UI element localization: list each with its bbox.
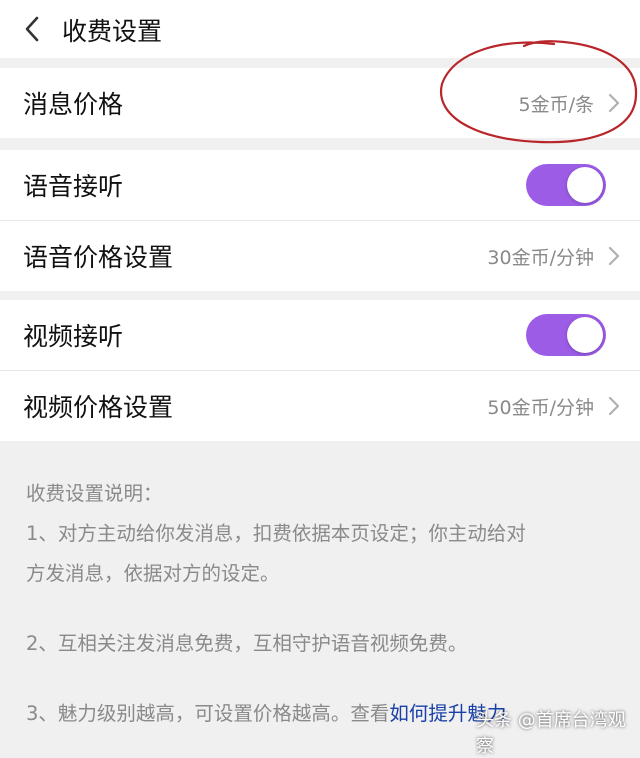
video-answer-label: 视频接听 [23, 322, 124, 351]
voice-answer-label: 语音接听 [23, 172, 124, 201]
pricing-notes: 收费设置说明： 1、对方主动给你发消息，扣费依据本页设定；你主动给对 方发消息，… [26, 474, 626, 734]
voice-answer-row: 语音接听 [0, 150, 640, 220]
chevron-right-icon [604, 243, 624, 269]
toggle-knob [567, 167, 603, 203]
message-price-label: 消息价格 [23, 90, 124, 119]
notes-item-1-line-1: 1、对方主动给你发消息，扣费依据本页设定；你主动给对 [26, 522, 526, 545]
voice-price-label: 语音价格设置 [23, 243, 174, 272]
message-price-value: 5金币/条 [518, 93, 595, 116]
video-price-value: 50金币/分钟 [487, 396, 594, 419]
voice-answer-toggle[interactable] [526, 164, 606, 206]
voice-price-row[interactable]: 语音价格设置 30金币/分钟 [0, 220, 640, 291]
chevron-right-icon [604, 90, 624, 116]
top-bar: 收费设置 [0, 0, 640, 58]
message-price-row[interactable]: 消息价格 5金币/条 [0, 68, 640, 138]
back-button[interactable] [14, 10, 50, 48]
video-group: 视频接听 视频价格设置 50金币/分钟 [0, 300, 640, 441]
voice-group: 语音接听 语音价格设置 30金币/分钟 [0, 150, 640, 291]
notes-item-1-line-2: 方发消息，依据对方的设定。 [26, 562, 280, 585]
video-answer-toggle[interactable] [526, 314, 606, 356]
notes-item-2: 2、互相关注发消息免费，互相守护语音视频免费。 [26, 632, 468, 655]
video-answer-row: 视频接听 [0, 300, 640, 370]
page-title: 收费设置 [62, 17, 163, 46]
notes-heading: 收费设置说明： [26, 482, 163, 505]
notes-item-3-text: 3、魅力级别越高，可设置价格越高。查看 [26, 702, 390, 725]
watermark-text: 头条 @首席台湾观察 [476, 710, 626, 757]
toggle-knob [567, 317, 603, 353]
video-price-label: 视频价格设置 [23, 393, 174, 422]
message-price-group: 消息价格 5金币/条 [0, 68, 640, 138]
voice-price-value: 30金币/分钟 [487, 246, 594, 269]
video-price-row[interactable]: 视频价格设置 50金币/分钟 [0, 370, 640, 441]
chevron-left-icon [25, 16, 39, 42]
chevron-right-icon [604, 393, 624, 419]
